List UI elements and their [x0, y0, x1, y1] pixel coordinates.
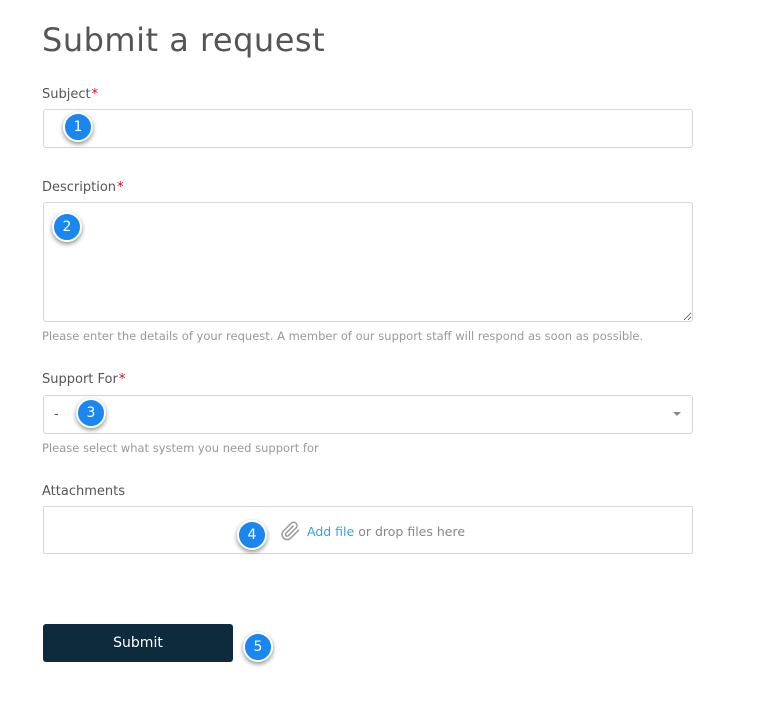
description-hint: Please enter the details of your request… — [42, 329, 644, 343]
subject-label-text: Subject — [42, 87, 91, 102]
annotation-marker-5: 5 — [243, 632, 273, 662]
description-textarea[interactable] — [43, 202, 693, 322]
description-label: Description* — [42, 180, 124, 196]
subject-label: Subject* — [42, 87, 98, 103]
required-mark: * — [118, 372, 126, 387]
required-mark: * — [91, 87, 99, 102]
annotation-marker-3: 3 — [76, 398, 106, 428]
page-title: Submit a request — [42, 21, 326, 59]
subject-input[interactable] — [43, 109, 693, 148]
support-for-select[interactable]: - — [43, 395, 693, 434]
annotation-marker-4: 4 — [237, 520, 267, 550]
description-label-text: Description — [42, 180, 117, 195]
chevron-down-icon — [673, 412, 681, 416]
dropzone-content: Add file or drop files here — [279, 520, 465, 542]
annotation-marker-1: 1 — [63, 112, 93, 142]
support-for-label-text: Support For — [42, 372, 118, 387]
support-for-selected-value: - — [54, 407, 59, 422]
support-for-label: Support For* — [42, 372, 125, 388]
attachments-dropzone[interactable]: Add file or drop files here — [43, 506, 693, 554]
attachments-label: Attachments — [42, 484, 125, 499]
submit-button[interactable]: Submit — [43, 624, 233, 662]
paperclip-icon — [281, 521, 300, 541]
annotation-marker-2: 2 — [52, 212, 82, 242]
add-file-link[interactable]: Add file — [307, 524, 354, 539]
support-for-hint: Please select what system you need suppo… — [42, 441, 319, 455]
required-mark: * — [117, 180, 124, 195]
drop-files-text: or drop files here — [358, 523, 466, 539]
